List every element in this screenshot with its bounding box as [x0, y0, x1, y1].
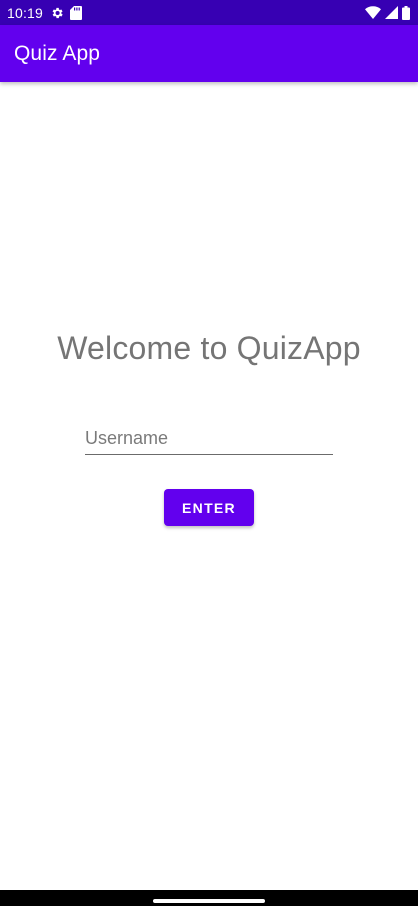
enter-button[interactable]: ENTER: [164, 489, 254, 526]
navigation-bar: [0, 890, 418, 906]
app-bar: Quiz App: [0, 25, 418, 82]
status-time: 10:19: [7, 4, 44, 21]
settings-icon: [50, 6, 64, 20]
battery-icon: [402, 5, 410, 20]
status-right-icons: [365, 5, 410, 20]
sd-card-icon: [70, 5, 83, 20]
status-bar: 10:19: [0, 0, 418, 25]
status-left-icons: [50, 5, 83, 20]
username-input[interactable]: [85, 423, 333, 455]
screen: 10:19 Quiz App Welcome to QuizApp Userna…: [0, 0, 418, 906]
welcome-heading: Welcome to QuizApp: [57, 330, 361, 366]
app-title: Quiz App: [14, 41, 101, 65]
wifi-icon: [365, 6, 381, 19]
home-gesture-handle[interactable]: [153, 899, 265, 903]
signal-icon: [385, 6, 398, 19]
